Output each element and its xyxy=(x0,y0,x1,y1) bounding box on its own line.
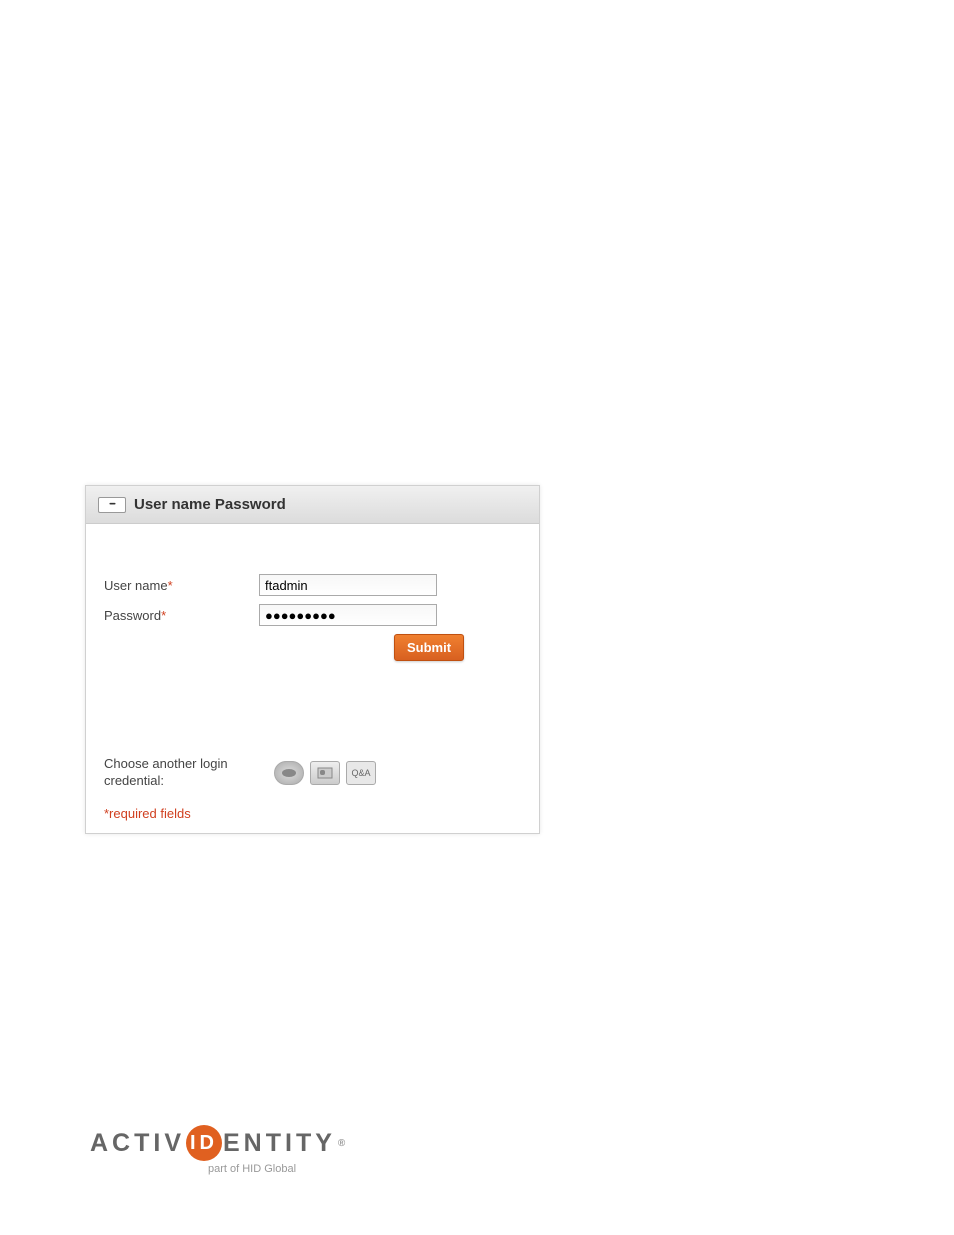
submit-button[interactable]: Submit xyxy=(394,634,464,661)
required-asterisk: * xyxy=(168,578,173,593)
required-asterisk: * xyxy=(161,608,166,623)
alt-credential-icons: Q&A xyxy=(274,761,376,785)
password-row: Password* xyxy=(104,604,521,626)
alt-credential-section: Choose another login credential: Q&A xyxy=(104,756,521,790)
logo-subtitle: part of HID Global xyxy=(208,1163,349,1175)
qa-icon[interactable]: Q&A xyxy=(346,761,376,785)
password-label: Password* xyxy=(104,608,259,623)
brand-logo: ACTIVIDENTITY® part of HID Global xyxy=(90,1125,349,1175)
login-panel: ••••• User name Password User name* Pass… xyxy=(85,485,540,834)
logo-id-circle: ID xyxy=(186,1125,222,1161)
panel-header: ••••• User name Password xyxy=(86,486,539,524)
alt-credential-label: Choose another login credential: xyxy=(104,756,274,790)
logo-text: ACTIVIDENTITY® xyxy=(90,1125,349,1161)
panel-title: User name Password xyxy=(134,496,286,513)
token-icon[interactable] xyxy=(274,761,304,785)
panel-body: User name* Password* Submit Choose anoth… xyxy=(86,524,539,833)
username-input[interactable] xyxy=(259,574,437,596)
password-input[interactable] xyxy=(259,604,437,626)
username-label: User name* xyxy=(104,578,259,593)
submit-row: Submit xyxy=(104,634,521,661)
username-row: User name* xyxy=(104,574,521,596)
registered-mark: ® xyxy=(338,1138,349,1149)
required-fields-note: *required fields xyxy=(104,806,521,821)
password-field-icon: ••••• xyxy=(98,497,126,513)
card-icon[interactable] xyxy=(310,761,340,785)
